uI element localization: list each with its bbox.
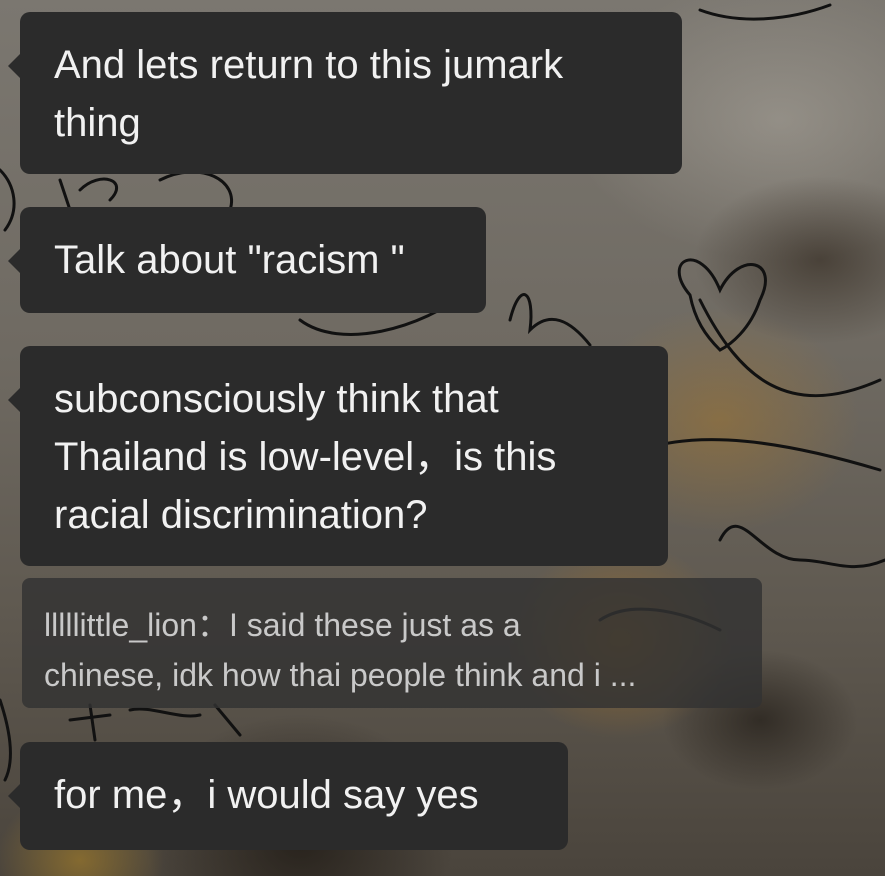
quoted-author: lllllittle_lion [44,607,197,643]
message-bubble[interactable]: And lets return to this jumark thing [8,12,682,174]
message-bubble[interactable]: for me，i would say yes [8,742,568,850]
message-thread: And lets return to this jumark thing Tal… [0,0,885,876]
message-bubble[interactable]: subconsciously think that Thailand is lo… [8,346,668,566]
message-bubble[interactable]: Talk about "racism " [8,207,486,313]
quoted-reply[interactable]: lllllittle_lion：I said these just as a c… [22,578,762,708]
quoted-separator: ： [196,607,229,643]
